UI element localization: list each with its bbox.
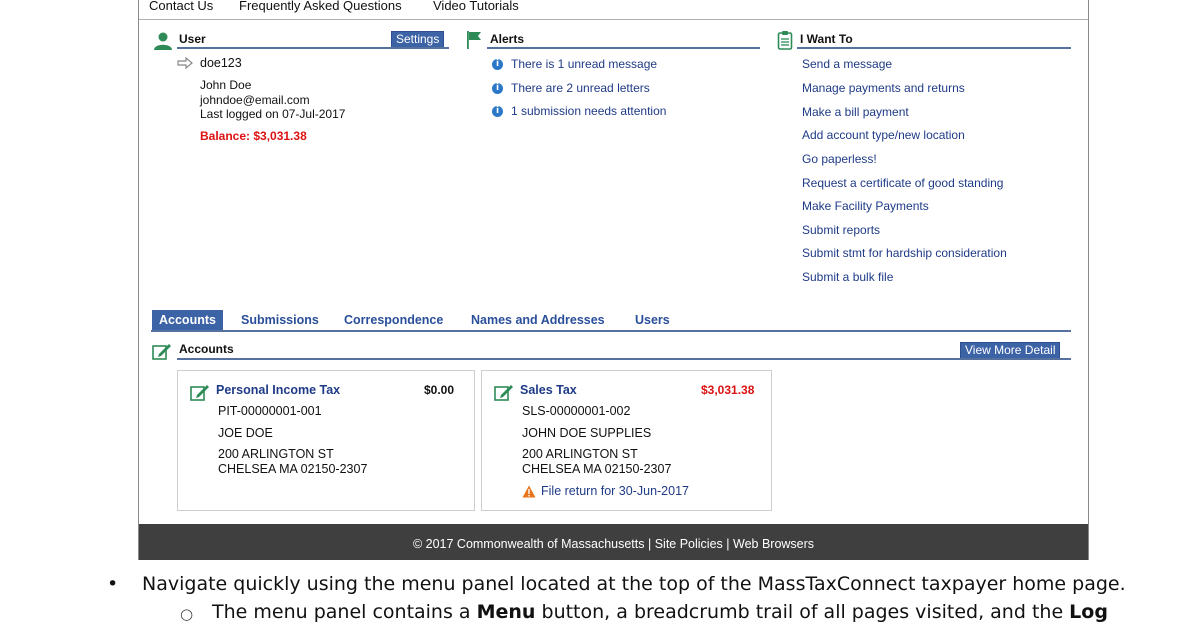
nav-video-tutorials[interactable]: Video Tutorials [433,0,519,13]
alerts-panel-rule [487,47,760,49]
edit-icon [190,385,209,401]
account-id: SLS-00000001-002 [522,404,631,418]
iwant-bulk-file[interactable]: Submit a bulk file [802,270,893,284]
account-address-2: CHELSEA MA 02150-2307 [218,462,368,476]
account-holder: JOE DOE [218,426,273,440]
info-icon: i [492,106,503,117]
last-logged: Last logged on 07-Jul-2017 [200,107,346,121]
bullet-marker: • [107,573,119,595]
doc-bullet-2-middle: button, a breadcrumb trail of all pages … [535,601,1070,623]
iwant-request-certificate[interactable]: Request a certificate of good standing [802,176,1003,190]
username: doe123 [200,56,242,70]
info-icon: i [492,59,503,70]
app-frame: Contact Us Frequently Asked Questions Vi… [138,0,1089,560]
accounts-section-rule [177,358,1071,360]
account-title[interactable]: Personal Income Tax [216,383,340,397]
doc-bullet-2-prefix: The menu panel contains a [212,601,477,623]
tab-users[interactable]: Users [635,310,670,331]
user-full-name: John Doe [200,78,252,92]
alert-unread-letters[interactable]: There are 2 unread letters [511,81,650,95]
edit-icon [494,385,513,401]
account-amount: $3,031.38 [701,383,755,397]
settings-button[interactable]: Settings [391,31,445,48]
i-want-to-rule [797,47,1071,49]
footer: © 2017 Commonwealth of Massachusetts | S… [139,524,1088,560]
clipboard-icon [777,31,793,50]
account-address-1: 200 ARLINGTON ST [522,447,638,461]
alert-submission-attention[interactable]: 1 submission needs attention [511,104,666,118]
tab-submissions[interactable]: Submissions [241,310,319,331]
footer-web-browsers-link[interactable]: Web Browsers [733,537,814,551]
iwant-go-paperless[interactable]: Go paperless! [802,152,877,166]
tab-correspondence[interactable]: Correspondence [344,310,443,331]
doc-bullet-1: Navigate quickly using the menu panel lo… [142,573,1126,595]
account-address-1: 200 ARLINGTON ST [218,447,334,461]
doc-bullet-2-menu: Menu [476,601,536,623]
footer-site-policies-link[interactable]: Site Policies [655,537,723,551]
nav-faq[interactable]: Frequently Asked Questions [239,0,402,13]
file-return-link[interactable]: File return for 30-Jun-2017 [541,484,689,498]
iwant-bill-payment[interactable]: Make a bill payment [802,105,909,119]
edit-icon [152,344,171,360]
flag-icon [467,31,481,49]
nav-contact-us[interactable]: Contact Us [149,0,213,13]
iwant-send-message[interactable]: Send a message [802,57,892,71]
view-more-detail-button[interactable]: View More Detail [960,342,1061,359]
tab-accounts[interactable]: Accounts [152,310,223,331]
i-want-to-title: I Want To [800,32,853,46]
iwant-add-account[interactable]: Add account type/new location [802,128,965,142]
account-id: PIT-00000001-001 [218,404,322,418]
footer-copyright: © 2017 Commonwealth of Massachusetts [412,537,645,551]
user-email: johndoe@email.com [200,93,310,107]
iwant-manage-payments[interactable]: Manage payments and returns [802,81,965,95]
tab-bar-rule [151,330,1071,332]
doc-bullet-2-log: Log [1069,601,1108,623]
account-card-sales[interactable]: Sales Tax $3,031.38 SLS-00000001-002 JOH… [481,370,772,511]
iwant-hardship[interactable]: Submit stmt for hardship consideration [802,246,1007,260]
user-panel-rule [177,47,449,49]
warning-icon [522,485,536,498]
tab-names-addresses[interactable]: Names and Addresses [471,310,605,331]
user-icon [154,32,172,50]
footer-separator: | [722,537,733,551]
iwant-submit-reports[interactable]: Submit reports [802,223,880,237]
account-address-2: CHELSEA MA 02150-2307 [522,462,672,476]
alerts-panel-title: Alerts [490,32,525,46]
top-nav-divider [139,19,1088,20]
doc-bullet-2: The menu panel contains a Menu button, a… [212,601,1108,623]
account-holder: JOHN DOE SUPPLIES [522,426,652,440]
account-card-pit[interactable]: Personal Income Tax $0.00 PIT-00000001-0… [177,370,475,511]
alert-unread-message[interactable]: There is 1 unread message [511,57,657,71]
accounts-section-title: Accounts [179,342,234,356]
account-title[interactable]: Sales Tax [520,383,577,397]
user-panel-title: User [179,32,206,46]
balance: Balance: $3,031.38 [200,129,307,143]
arrow-right-icon [177,57,193,69]
footer-separator: | [644,537,655,551]
sub-bullet-marker: ○ [180,605,194,623]
info-icon: i [492,83,503,94]
account-amount: $0.00 [424,383,455,397]
iwant-facility-payments[interactable]: Make Facility Payments [802,199,929,213]
